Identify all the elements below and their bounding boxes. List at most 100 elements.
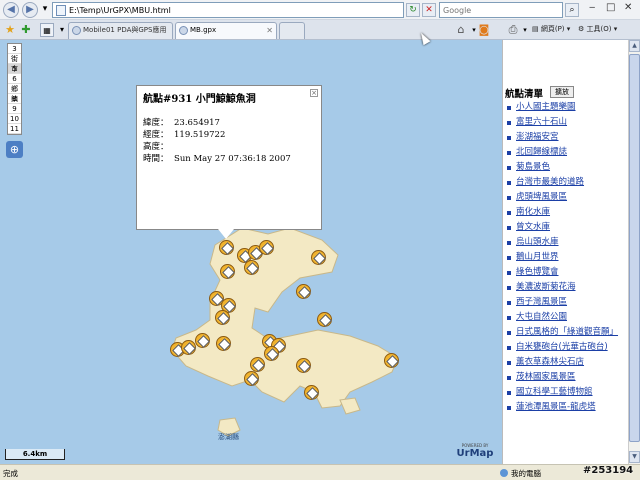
zoom-level[interactable]: 10 [8,114,21,124]
tab-list-icon[interactable]: ▾ [55,23,69,37]
tools-menu-label: 工具(O) [586,25,612,33]
tab-mobile01[interactable]: Mobile01 PDA與GPS應用 [68,22,173,39]
waypoint-marker[interactable] [259,240,274,255]
minimize-icon[interactable]: ‒ [589,2,595,13]
favorites-star-icon[interactable]: ★ [3,23,17,37]
zoom-level[interactable]: 鄉鎮 [8,84,21,103]
stop-button[interactable]: ✕ [422,3,436,17]
tab-favicon-icon [179,26,188,35]
waypoint-list: 小人國主題樂園 富里六十石山 澎湖福安宮 北回歸線標誌 菊島景色 台灣市最美的道… [503,100,628,415]
tab-close-icon[interactable]: ✕ [266,23,273,38]
vertical-scrollbar[interactable]: ▲ ▼ [628,40,640,464]
waypoint-link[interactable]: 日式風格的「綠道觀音願」 [503,325,627,340]
search-input[interactable] [440,3,562,17]
waypoint-link[interactable]: 美濃波斯菊花海 [503,280,628,295]
waypoint-marker[interactable] [220,264,235,279]
waypoint-link[interactable]: 茂林國家風景區 [503,370,628,385]
add-favorite-icon[interactable]: ✚ [19,23,33,37]
waypoint-link[interactable]: 虎頭埤風景區 [503,190,628,205]
tab-bar: ★ ✚ ▦ ▾ Mobile01 PDA與GPS應用 MB.gpx ✕ ⌂ ▾ … [0,20,640,40]
forward-button[interactable]: ▶ [22,2,38,18]
waypoint-marker[interactable] [244,260,259,275]
popup-label: 緯度： [143,118,169,128]
waypoint-link[interactable]: 台灣市最美的道路 [503,175,628,190]
zoom-level[interactable]: 6 [8,74,21,84]
zoom-level[interactable]: 9 [8,104,21,114]
address-toolbar: ◀ ▶ ▾ ↻ ✕ ⌕ ‒ □ ✕ [0,0,640,20]
waypoint-link[interactable]: 烏山頭水庫 [503,235,628,250]
print-dropdown-icon[interactable]: ▾ [518,23,532,37]
waypoint-link[interactable]: 澎湖福安宮 [503,130,628,145]
zoom-level[interactable]: 街市 [8,54,21,73]
search-box[interactable] [439,2,563,18]
waypoint-link[interactable]: 北回歸線標誌 [503,145,628,160]
popup-value: Sun May 27 07:36:18 2007 [174,154,291,164]
zoom-level[interactable]: 8 [8,94,21,104]
refresh-button[interactable]: ↻ [406,3,420,17]
waypoint-marker[interactable] [215,310,230,325]
quick-tabs-icon[interactable]: ▦ [40,23,54,37]
zoom-lens-icon[interactable]: ⊕ [6,141,23,158]
waypoint-link[interactable]: 菊島景色 [503,160,628,175]
search-icon[interactable]: ⌕ [565,3,579,17]
waypoint-marker[interactable] [264,346,279,361]
popup-label: 經度： [143,130,169,140]
address-input[interactable] [69,4,399,16]
address-bar[interactable] [52,2,404,18]
zoom-button[interactable]: 擴放 [550,86,574,98]
history-dropdown-icon[interactable]: ▾ [40,3,50,17]
new-tab-button[interactable] [279,22,305,39]
popup-pointer [218,229,234,239]
waypoint-link[interactable]: 鵝山月世界 [503,250,628,265]
waypoint-marker[interactable] [195,333,210,348]
waypoint-link[interactable]: 白米甕砲台(光華古砲台) [503,340,627,355]
waypoint-link[interactable]: 蓮池潭風景區-龍虎塔 [503,400,628,415]
waypoint-marker[interactable] [317,312,332,327]
waypoint-marker[interactable] [384,353,399,368]
home-icon[interactable]: ⌂ [454,23,468,37]
waypoint-marker[interactable] [250,357,265,372]
popup-value: 119.519722 [174,130,226,140]
waypoint-marker[interactable] [296,358,311,373]
waypoint-marker[interactable] [304,385,319,400]
page-icon [56,5,66,16]
scroll-thumb[interactable] [629,54,640,442]
page-menu-icon: ▤ [532,25,541,33]
scroll-down-icon[interactable]: ▼ [629,451,640,463]
close-window-icon[interactable]: ✕ [624,2,632,13]
waypoint-marker[interactable] [216,336,231,351]
page-menu-label: 網頁(P) [540,25,565,33]
status-bar: 完成 我的電腦 [0,464,640,480]
maximize-icon[interactable]: □ [606,2,615,13]
popup-row-altitude: 高度： [143,140,174,152]
waypoint-marker[interactable] [181,340,196,355]
waypoint-link[interactable]: 薰衣草森林尖石店 [503,355,628,370]
waypoint-marker[interactable] [311,250,326,265]
waypoint-marker[interactable] [244,371,259,386]
waypoint-link[interactable]: 國立科學工藝博物館 [503,385,628,400]
waypoint-link[interactable]: 富里六十石山 [503,115,628,130]
feeds-icon[interactable]: ◙ [477,23,491,37]
waypoint-link[interactable]: 西子灣風景區 [503,295,628,310]
zoom-level[interactable]: 11 [8,124,21,134]
popup-title: 航點#931 小門鯨鯨魚洞 [143,94,256,105]
waypoint-link[interactable]: 南化水庫 [503,205,628,220]
tools-menu[interactable]: ⚙ 工具(O) ▾ [578,24,617,34]
back-button[interactable]: ◀ [3,2,19,18]
map-view[interactable]: 3 街市 5 6 鄉鎮 8 9 10 11 ⊕ [0,40,502,464]
waypoint-link[interactable]: 曾文水庫 [503,220,628,235]
page-menu[interactable]: ▤ 網頁(P) ▾ [532,24,570,34]
zoom-level[interactable]: 3 [8,44,21,54]
zoom-level-selected[interactable]: 5 [8,64,21,74]
waypoint-marker[interactable] [219,240,234,255]
zoom-ladder[interactable]: 3 街市 5 6 鄉鎮 8 9 10 11 [7,43,22,135]
waypoint-link[interactable]: 綠色博覽會 [503,265,628,280]
waypoint-link[interactable]: 小人國主題樂園 [503,100,628,115]
waypoint-info-popup: × 航點#931 小門鯨鯨魚洞 緯度： 23.654917 經度： 119.5197… [136,85,322,230]
scroll-up-icon[interactable]: ▲ [629,40,640,52]
map-scale-bar: 6.4km [5,449,65,460]
popup-close-icon[interactable]: × [310,89,318,97]
waypoint-link[interactable]: 大屯自然公園 [503,310,628,325]
tab-mb-gpx[interactable]: MB.gpx ✕ [175,22,277,39]
waypoint-marker[interactable] [296,284,311,299]
